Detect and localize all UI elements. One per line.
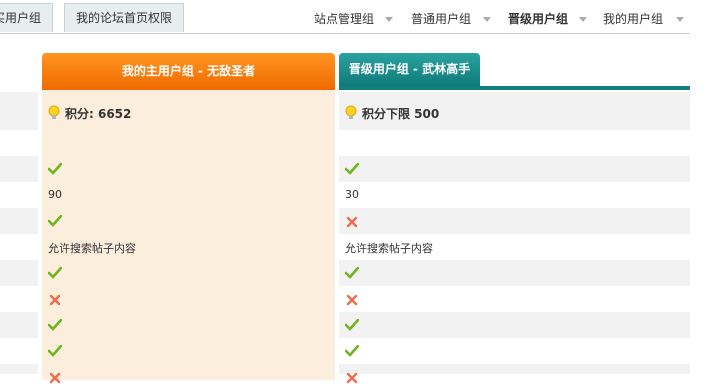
promotion-group-value: 允许搜索帖子内容 (345, 242, 433, 255)
promotion-group-tab[interactable]: 晋级用户组 - 武林高手 (339, 53, 480, 86)
check-icon (48, 319, 62, 331)
tab-forum-home-permissions-label: 我的论坛首页权限 (75, 11, 172, 25)
check-icon (345, 267, 359, 279)
my-group-header: 我的主用户组 - 无敌圣者 (42, 53, 335, 90)
cross-icon (346, 216, 358, 228)
row-stripe (0, 312, 38, 338)
lightbulb-icon (345, 105, 357, 119)
row-stripe (339, 312, 690, 338)
lightbulb-icon (48, 105, 60, 119)
tab-forum-home-permissions[interactable]: 我的论坛首页权限 (64, 3, 184, 32)
check-icon (48, 267, 62, 279)
row-stripe (0, 260, 38, 286)
row-stripe (339, 156, 690, 182)
nav-my-user-group[interactable]: 我的用户组 (603, 11, 663, 27)
check-icon (48, 345, 62, 357)
chevron-down-icon[interactable] (676, 17, 684, 22)
row-stripe (0, 156, 38, 182)
promotion-min-points: 积分下限 500 (362, 107, 440, 121)
check-icon (345, 319, 359, 331)
nav-promotion-user-group[interactable]: 晋级用户组 (508, 11, 568, 27)
row-stripe (339, 364, 690, 374)
row-stripe (339, 208, 690, 234)
tab-buy-usergroup-label: 购买用户组 (0, 11, 42, 25)
nav-site-admin-group[interactable]: 站点管理组 (314, 11, 374, 27)
row-stripe (0, 92, 38, 130)
check-icon (345, 345, 359, 357)
check-icon (48, 215, 62, 227)
row-stripe (339, 260, 690, 286)
my-group-column (42, 90, 335, 380)
promotion-group-value: 30 (345, 188, 359, 201)
nav-normal-user-group[interactable]: 普通用户组 (411, 11, 471, 27)
my-points: 积分: 6652 (65, 107, 132, 121)
promotion-group-underline (339, 86, 690, 90)
chevron-down-icon[interactable] (483, 17, 491, 22)
row-stripe (0, 208, 38, 234)
chevron-down-icon[interactable] (579, 17, 587, 22)
check-icon (48, 163, 62, 175)
row-stripe (0, 364, 38, 374)
cross-icon (49, 294, 61, 306)
cross-icon (346, 294, 358, 306)
my-group-value: 允许搜索帖子内容 (48, 242, 136, 255)
tab-bar-divider (0, 33, 690, 34)
my-group-value: 90 (48, 188, 62, 201)
check-icon (345, 163, 359, 175)
tab-buy-usergroup[interactable]: 购买用户组 (0, 3, 53, 32)
chevron-down-icon[interactable] (385, 17, 393, 22)
